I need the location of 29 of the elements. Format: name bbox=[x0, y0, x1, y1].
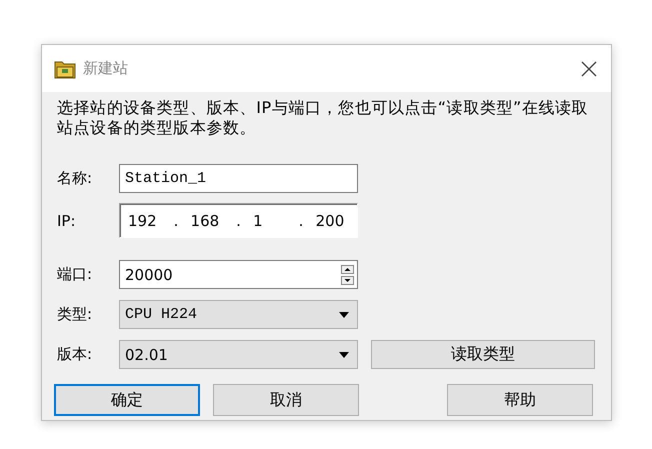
ip-octet-text: 192 bbox=[128, 212, 158, 230]
ip-separator: . bbox=[235, 212, 242, 230]
read-type-button[interactable]: 读取类型 bbox=[371, 340, 595, 369]
field-label: 类型: bbox=[57, 305, 94, 324]
dropdown-arrow-icon bbox=[339, 312, 349, 318]
dialog-button[interactable]: 取消 bbox=[213, 384, 359, 416]
port-field[interactable]: 20000 bbox=[119, 260, 358, 289]
folder-icon bbox=[54, 58, 76, 78]
ip-separator: . bbox=[172, 212, 180, 230]
ip-octet-text: 200 bbox=[316, 212, 346, 230]
field-label: IP: bbox=[57, 212, 77, 230]
ip-address-field[interactable]: 192 . 168 . 1 . 200 bbox=[119, 203, 358, 238]
name-field[interactable]: Station_1 bbox=[119, 164, 358, 193]
ip-separator: . bbox=[298, 212, 304, 230]
dialog-button[interactable]: 帮助 bbox=[447, 384, 593, 416]
spin-up-icon[interactable] bbox=[341, 264, 354, 274]
window-title: 新建站 bbox=[83, 59, 129, 78]
field-label: 版本: bbox=[57, 345, 94, 364]
version-dropdown[interactable]: 02.01 bbox=[119, 340, 358, 369]
ip-octet-text: 168 bbox=[190, 212, 220, 230]
close-icon[interactable] bbox=[581, 60, 597, 76]
ip-octet-text: 1 bbox=[253, 212, 264, 230]
dialog-button[interactable]: 确定 bbox=[54, 384, 200, 416]
description-text: 选择站的设备类型、版本、IP与端口，您也可以点击“读取类型”在线读取站点设备的类型版本参数。 bbox=[57, 98, 590, 138]
type-dropdown[interactable]: CPU H224 bbox=[119, 300, 358, 329]
dropdown-arrow-icon bbox=[339, 352, 349, 358]
field-label: 端口: bbox=[57, 265, 94, 284]
field-label: 名称: bbox=[57, 169, 94, 188]
spin-down-icon[interactable] bbox=[341, 276, 354, 284]
